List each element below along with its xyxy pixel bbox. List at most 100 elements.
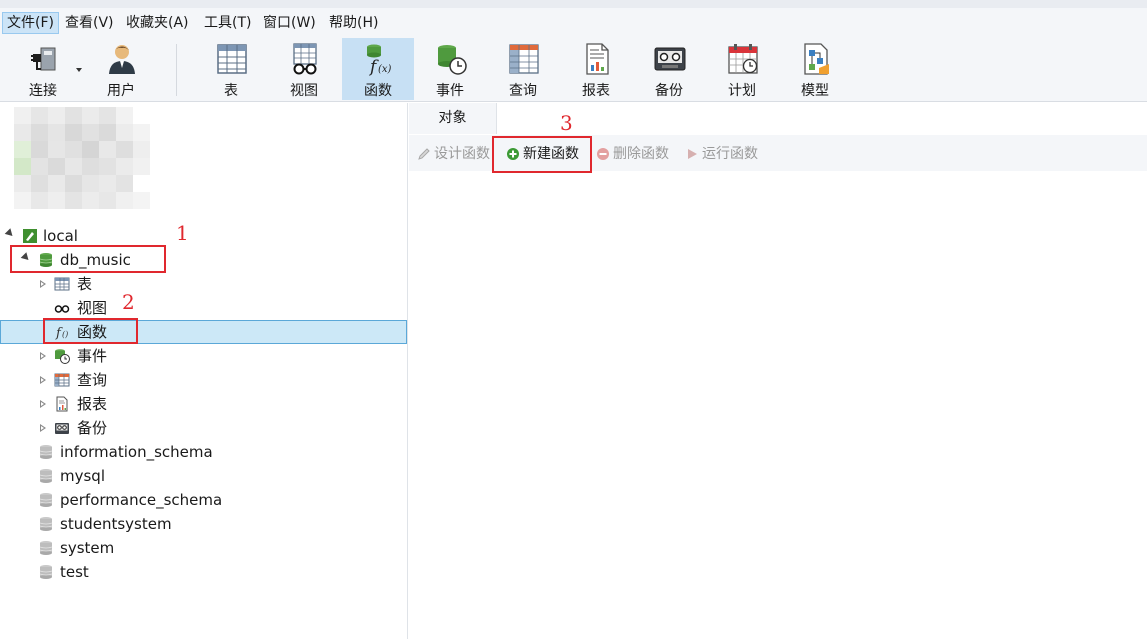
- backups-label: 备份: [77, 419, 108, 437]
- function-button[interactable]: f (x) 函数: [342, 38, 414, 100]
- minus-circle-icon: [597, 148, 609, 160]
- tables-label: 表: [77, 275, 93, 293]
- tree-node-tables[interactable]: 表: [0, 272, 407, 296]
- pencil-icon: [418, 148, 430, 160]
- view-button[interactable]: 视图: [275, 38, 333, 100]
- tree-node-other-database[interactable]: test: [0, 560, 407, 584]
- event-label: 事件: [436, 83, 464, 99]
- schedule-button[interactable]: 计划: [713, 38, 771, 100]
- delete-function-label: 删除函数: [613, 146, 669, 162]
- database-label: system: [60, 539, 115, 557]
- database-icon: [39, 445, 53, 459]
- database-icon: [39, 469, 53, 483]
- annotation-number-2: 2: [122, 290, 135, 314]
- model-label: 模型: [801, 83, 829, 99]
- view-label: 视图: [290, 83, 318, 99]
- connect-label: 连接: [29, 83, 57, 99]
- user-button[interactable]: 用户: [92, 38, 150, 100]
- views-label: 视图: [77, 299, 108, 317]
- design-function-label: 设计函数: [434, 146, 490, 162]
- query-button[interactable]: 查询: [494, 38, 552, 100]
- menu-view[interactable]: 查看(V): [61, 12, 118, 34]
- tree-node-reports[interactable]: 报表: [0, 392, 407, 416]
- user-label: 用户: [107, 83, 135, 99]
- report-label: 报表: [582, 83, 610, 99]
- schedule-label: 计划: [728, 83, 756, 99]
- tree-node-other-database[interactable]: studentsystem: [0, 512, 407, 536]
- report-icon: [56, 396, 68, 412]
- database-icon: [39, 565, 53, 579]
- tree-node-other-database[interactable]: system: [0, 536, 407, 560]
- expand-closed-icon[interactable]: [40, 352, 46, 360]
- report-button[interactable]: 报表: [567, 38, 625, 100]
- schedule-icon: [728, 44, 758, 74]
- toolbar-separator: [176, 44, 177, 96]
- expand-closed-icon[interactable]: [40, 376, 46, 384]
- query-label: 查询: [509, 83, 537, 99]
- menu-file[interactable]: 文件(F): [2, 12, 59, 34]
- database-icon: [39, 541, 53, 555]
- annotation-box-new-function: [492, 136, 592, 173]
- query-icon: [509, 44, 539, 74]
- annotation-box-database: [10, 245, 166, 273]
- database-label: performance_schema: [60, 491, 223, 509]
- connect-button[interactable]: 连接: [14, 38, 72, 100]
- query-icon: [54, 373, 70, 387]
- event-icon: [438, 45, 467, 75]
- user-icon: [109, 45, 135, 74]
- run-function-label: 运行函数: [702, 146, 758, 162]
- tree-node-backups[interactable]: 备份: [0, 416, 407, 440]
- connection-label: local: [43, 227, 78, 245]
- table-icon: [54, 277, 70, 291]
- backup-button[interactable]: 备份: [640, 38, 698, 100]
- navigation-pane: local db_music 表 视图 f () 函数 事件 查询 报表 备份 …: [0, 103, 408, 639]
- connect-dropdown-arrow-icon[interactable]: [76, 68, 82, 72]
- connection-icon: [23, 229, 37, 243]
- window-top-strip: [0, 0, 1147, 8]
- menu-favorites[interactable]: 收藏夹(A): [122, 12, 193, 34]
- database-label: mysql: [60, 467, 105, 485]
- tree-node-other-database[interactable]: performance_schema: [0, 488, 407, 512]
- menu-bar: 文件(F) 查看(V) 收藏夹(A) 工具(T) 窗口(W) 帮助(H): [0, 8, 1147, 36]
- expand-closed-icon[interactable]: [40, 400, 46, 408]
- expand-open-icon[interactable]: [4, 228, 16, 239]
- main-toolbar: 连接 用户 表 视图 f (x) 函数 事件 查询 报表 备份 计划 模型: [0, 36, 1147, 102]
- model-button[interactable]: 模型: [786, 38, 844, 100]
- tree-node-other-database[interactable]: mysql: [0, 464, 407, 488]
- redacted-connection-area: [14, 107, 150, 225]
- annotation-number-3: 3: [560, 111, 573, 135]
- function-icon: f (x): [367, 44, 392, 76]
- run-play-icon: [688, 149, 697, 159]
- table-label: 表: [224, 83, 238, 99]
- expand-closed-icon[interactable]: [40, 424, 46, 432]
- backup-icon: [55, 423, 69, 434]
- tree-node-events[interactable]: 事件: [0, 344, 407, 368]
- report-icon: [586, 43, 609, 75]
- plug-icon: [31, 47, 56, 71]
- database-label: information_schema: [60, 443, 213, 461]
- table-button[interactable]: 表: [202, 38, 260, 100]
- menu-help[interactable]: 帮助(H): [325, 12, 382, 34]
- expand-closed-icon[interactable]: [40, 280, 46, 288]
- reports-label: 报表: [77, 395, 108, 413]
- database-label: studentsystem: [60, 515, 172, 533]
- annotation-number-1: 1: [176, 221, 189, 245]
- menu-window[interactable]: 窗口(W): [259, 12, 320, 34]
- database-label: test: [60, 563, 89, 581]
- tab-strip: 对象: [409, 103, 1147, 134]
- tab-objects[interactable]: 对象: [409, 103, 497, 134]
- view-glasses-icon: [54, 305, 70, 313]
- model-icon: [804, 43, 829, 75]
- object-list-area[interactable]: [409, 171, 1147, 639]
- tree-node-queries[interactable]: 查询: [0, 368, 407, 392]
- tree-node-views[interactable]: 视图: [0, 296, 407, 320]
- table-icon: [217, 44, 247, 74]
- database-icon: [39, 517, 53, 531]
- event-icon: [55, 349, 70, 364]
- menu-tools[interactable]: 工具(T): [200, 12, 255, 34]
- queries-label: 查询: [77, 371, 108, 389]
- svg-text:(x): (x): [378, 64, 392, 75]
- tree-node-other-database[interactable]: information_schema: [0, 440, 407, 464]
- event-button[interactable]: 事件: [421, 38, 479, 100]
- function-label: 函数: [364, 83, 392, 99]
